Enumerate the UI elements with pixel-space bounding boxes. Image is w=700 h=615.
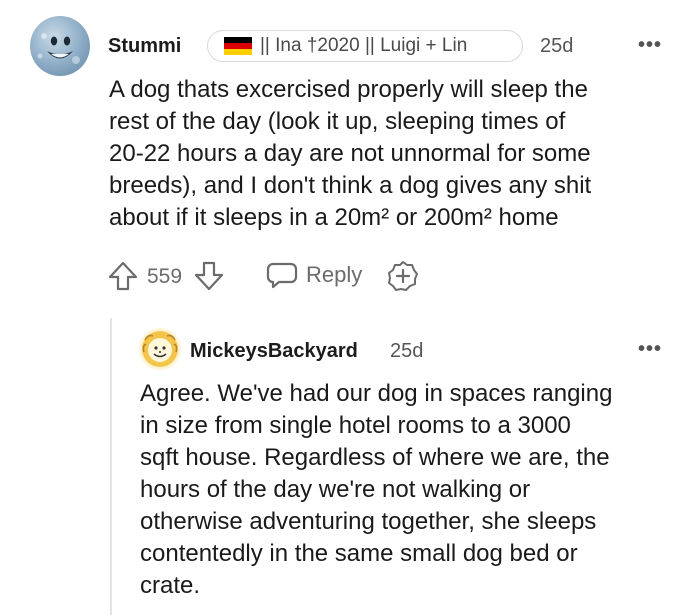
downvote-button[interactable] bbox=[193, 260, 225, 297]
comment-body-line: breeds), and I don't think a dog gives a… bbox=[109, 172, 592, 199]
award-icon bbox=[388, 261, 418, 291]
flair-text: || Ina †2020 || Luigi + Lin bbox=[260, 35, 468, 56]
reply-button[interactable]: Reply bbox=[265, 259, 362, 291]
comment-username[interactable]: Stummi bbox=[108, 35, 181, 58]
reply-label: Reply bbox=[306, 262, 363, 287]
reply-body-line: Agree. We've had our dog in spaces rangi… bbox=[140, 380, 613, 407]
user-avatar[interactable] bbox=[30, 16, 90, 76]
avatar-smiley-icon bbox=[37, 33, 80, 64]
vote-count: 559 bbox=[147, 265, 183, 288]
award-button[interactable] bbox=[386, 259, 420, 298]
reply-icon bbox=[266, 262, 298, 289]
reply-body: Agree. We've had our dog in spaces rangi… bbox=[140, 378, 695, 602]
reply-username[interactable]: MickeysBackyard bbox=[190, 340, 358, 363]
comment-body-line: about if it sleeps in a 20m² or 200m² ho… bbox=[109, 204, 559, 231]
thread-line[interactable] bbox=[110, 318, 112, 615]
reply-body-line: sqft house. Regardless of where we are, … bbox=[140, 444, 610, 471]
reply-body-line: contentedly in the same small dog bed or bbox=[140, 540, 578, 567]
comment-age: 25d bbox=[540, 35, 574, 57]
more-options-button[interactable]: ••• bbox=[638, 34, 662, 57]
user-flair: || Ina †2020 || Luigi + Lin bbox=[207, 30, 523, 62]
comment-body-line: 20-22 hours a day are not unnormal for s… bbox=[109, 140, 591, 167]
lion-avatar-icon bbox=[142, 331, 178, 367]
germany-flag-icon bbox=[224, 36, 252, 56]
reply-body-line: in size from single hotel rooms to a 300… bbox=[140, 412, 571, 439]
comment-body-line: A dog thats excercised properly will sle… bbox=[109, 76, 588, 103]
upvote-icon bbox=[108, 261, 138, 291]
comment-body: A dog thats excercised properly will sle… bbox=[109, 74, 689, 234]
downvote-icon bbox=[194, 261, 224, 291]
reply-avatar[interactable] bbox=[139, 328, 181, 370]
reply-body-line: crate. bbox=[140, 572, 201, 599]
reply-age: 25d bbox=[390, 340, 424, 362]
reply-more-options-button[interactable]: ••• bbox=[638, 338, 662, 361]
comment-body-line: rest of the day (look it up, sleeping ti… bbox=[109, 108, 566, 135]
reply-body-line: otherwise adventuring together, she slee… bbox=[140, 508, 597, 535]
reply-body-line: hours of the day we're not walking or bbox=[140, 476, 531, 503]
upvote-button[interactable] bbox=[107, 260, 139, 297]
